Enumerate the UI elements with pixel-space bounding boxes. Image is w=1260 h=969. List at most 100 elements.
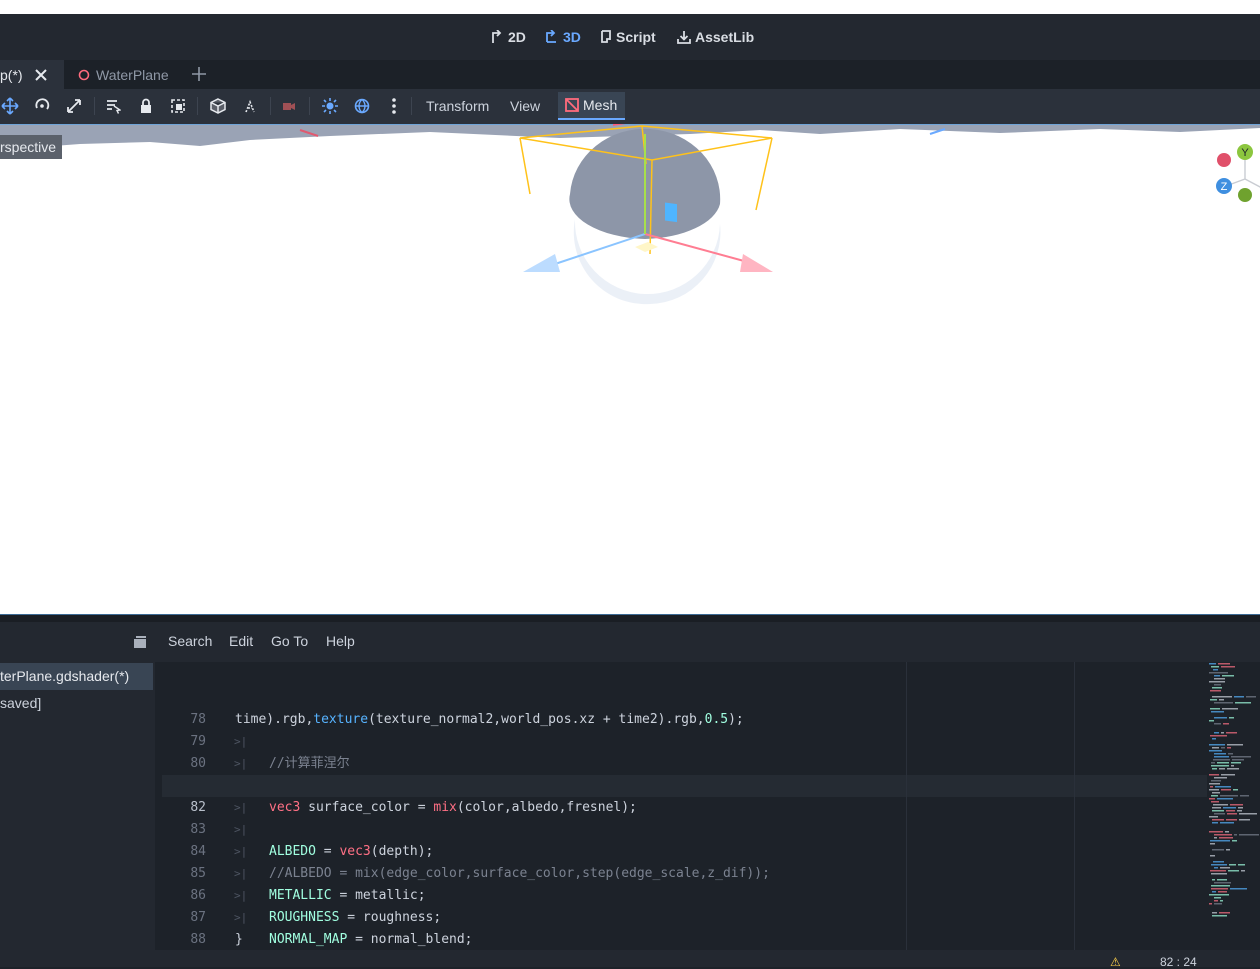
- gizmo-handle-blue[interactable]: [665, 202, 677, 223]
- minimap-line: [1239, 819, 1250, 821]
- minimap-line: [1233, 789, 1238, 791]
- minimap-line: [1209, 663, 1216, 665]
- viewport-top-border: [0, 124, 1260, 125]
- scene-tab-waterplane[interactable]: WaterPlane: [70, 60, 180, 89]
- minimap-line: [1212, 822, 1218, 824]
- line-length-guideline: [1074, 662, 1075, 950]
- minimap-line: [1221, 789, 1231, 791]
- minimap-line: [1214, 756, 1229, 758]
- code-editor[interactable]: time).rgb,texture(texture_normal2,world_…: [162, 662, 1260, 950]
- file-item-unsaved[interactable]: saved]: [0, 690, 153, 717]
- workspace-3d-button[interactable]: 3D: [545, 24, 581, 50]
- minimap-line: [1214, 900, 1218, 902]
- minimap-line: [1221, 747, 1225, 749]
- node3d-icon: [78, 69, 90, 80]
- code-minimap[interactable]: [1207, 662, 1260, 934]
- minimap-line: [1212, 747, 1219, 749]
- list-select-icon[interactable]: [103, 96, 123, 116]
- environment-globe-icon[interactable]: [352, 96, 372, 116]
- minimap-line: [1226, 732, 1237, 734]
- orientation-gizmo-neg-x[interactable]: [1217, 153, 1231, 167]
- minimap-line: [1209, 681, 1225, 683]
- view-menu[interactable]: View: [510, 96, 540, 116]
- minimap-line: [1231, 756, 1251, 758]
- code-text: }: [235, 932, 243, 947]
- snap-cube-icon[interactable]: [208, 96, 228, 116]
- search-menu[interactable]: Search: [168, 633, 212, 649]
- camera-icon[interactable]: [279, 96, 299, 116]
- 3d-viewport[interactable]: Y Z: [0, 124, 1260, 614]
- minimap-line: [1221, 666, 1235, 668]
- minimap-line: [1220, 795, 1238, 797]
- minimap-line: [1211, 873, 1227, 875]
- scene-tab-current-label: p(*): [0, 66, 23, 83]
- add-scene-tab-button[interactable]: [191, 66, 207, 87]
- minimap-line: [1210, 786, 1213, 788]
- minimap-line: [1214, 777, 1227, 779]
- sun-icon[interactable]: [320, 96, 340, 116]
- edit-menu[interactable]: Edit: [229, 633, 253, 649]
- minimap-line: [1231, 762, 1241, 764]
- workspace-assetlib-button[interactable]: AssetLib: [677, 24, 754, 50]
- code-line: 88: [162, 907, 1208, 947]
- scene-tab-bar: [0, 60, 1260, 89]
- minimap-line: [1211, 864, 1227, 866]
- lock-icon[interactable]: [136, 96, 156, 116]
- gizmo-x-arrow-line: [644, 233, 756, 265]
- more-options-icon[interactable]: [384, 96, 404, 116]
- line-length-guideline: [906, 662, 907, 950]
- scale-tool-icon[interactable]: [64, 96, 84, 116]
- help-menu[interactable]: Help: [326, 633, 355, 649]
- minimap-line: [1222, 675, 1234, 677]
- scene-tab-current[interactable]: p(*): [0, 60, 64, 89]
- minimap-line: [1214, 837, 1217, 839]
- minimap-line: [1214, 732, 1219, 734]
- minimap-line: [1230, 804, 1243, 806]
- minimap-line: [1210, 843, 1215, 845]
- code-text: NORMAL_MAP = normal_blend;: [269, 932, 473, 947]
- minimap-line: [1212, 819, 1224, 821]
- window-top-strip: [0, 0, 1260, 14]
- minimap-line: [1209, 744, 1225, 746]
- minimap-line: [1209, 783, 1220, 785]
- code-line: 87 }: [162, 885, 1208, 947]
- minimap-line: [1212, 810, 1224, 812]
- gizmo-center[interactable]: [635, 242, 658, 252]
- minimap-line: [1234, 696, 1244, 698]
- code-line: 84 >| METALLIC = metallic;: [162, 819, 1208, 903]
- group-icon[interactable]: [168, 96, 188, 116]
- workspace-2d-button[interactable]: 2D: [490, 24, 526, 50]
- minimap-line: [1220, 822, 1234, 824]
- workspace-script-button[interactable]: Script: [599, 24, 656, 50]
- gizmo-x-arrow-head[interactable]: [740, 254, 773, 272]
- minimap-line: [1209, 831, 1223, 833]
- gizmo-z-arrow-head[interactable]: [523, 254, 560, 272]
- minimap-line: [1235, 702, 1251, 704]
- transform-menu[interactable]: Transform: [426, 96, 489, 116]
- minimap-line: [1218, 663, 1230, 665]
- mesh-menu-button[interactable]: Mesh: [558, 92, 625, 120]
- workspace-assetlib-label: AssetLib: [695, 29, 755, 45]
- snap-icon[interactable]: [241, 96, 261, 116]
- minimap-line: [1210, 840, 1230, 842]
- rotate-tool-icon[interactable]: [32, 96, 52, 116]
- close-icon[interactable]: [34, 68, 47, 81]
- minimap-line: [1212, 915, 1227, 917]
- minimap-line: [1214, 753, 1226, 755]
- minimap-line: [1210, 735, 1227, 737]
- minimap-line: [1209, 750, 1222, 752]
- toolbar-separator: [270, 97, 271, 115]
- file-item-waterplane-shader[interactable]: terPlane.gdshader(*): [0, 663, 153, 690]
- orientation-gizmo-neg-y[interactable]: [1238, 188, 1252, 202]
- move-tool-icon[interactable]: [0, 96, 20, 116]
- toggle-scripts-panel-icon[interactable]: [133, 635, 147, 654]
- goto-menu[interactable]: Go To: [271, 633, 308, 649]
- code-line: 80 >| vec3 surface_color = mix(color,alb…: [162, 731, 1208, 815]
- minimap-line: [1210, 699, 1217, 701]
- minimap-line: [1213, 804, 1228, 806]
- panel-splitter[interactable]: [0, 614, 1260, 622]
- minimap-line: [1231, 765, 1234, 767]
- minimap-line: [1228, 753, 1233, 755]
- perspective-menu[interactable]: rspective: [0, 135, 62, 159]
- mesh-icon: [565, 98, 579, 112]
